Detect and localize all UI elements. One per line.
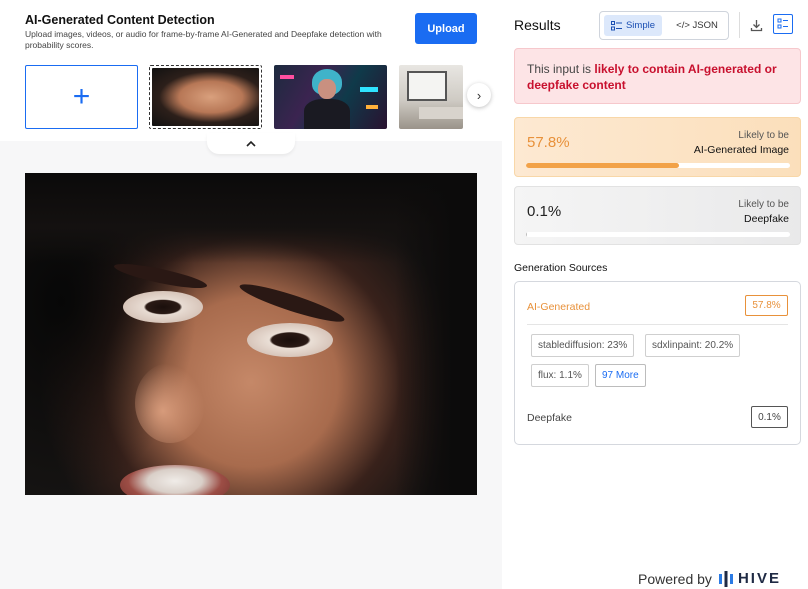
view-toggle: Simple </> JSON — [599, 11, 729, 40]
next-thumbnails-button[interactable]: › — [467, 83, 491, 107]
view-simple-button[interactable]: Simple — [604, 15, 662, 36]
results-title: Results — [514, 17, 561, 33]
plus-icon: + — [72, 80, 91, 113]
deepfake-percent: 0.1% — [527, 203, 562, 220]
deepfake-source-label: Deepfake — [527, 412, 572, 424]
preview-image — [25, 173, 477, 495]
list-view-icon — [610, 20, 622, 30]
ai-generated-card: 57.8% Likely to be AI-Generated Image — [514, 117, 801, 177]
generation-sources-box: AI-Generated 57.8% stablediffusion: 23% … — [514, 281, 801, 445]
deepfake-card: 0.1% Likely to be Deepfake — [514, 186, 801, 245]
thumbnail[interactable] — [399, 65, 463, 129]
hive-logo-icon — [718, 570, 733, 587]
page-subtitle: Upload images, videos, or audio for fram… — [25, 29, 382, 50]
deepfake-progress — [526, 232, 790, 237]
ai-generated-source-value: 57.8% — [745, 295, 788, 316]
source-tag: sdxlinpaint: 20.2% — [645, 334, 741, 357]
more-sources-button[interactable]: 97 More — [595, 364, 646, 387]
results-panel: Results Simple </> JSON This input is li… — [503, 0, 808, 589]
source-tag: stablediffusion: 23% — [531, 334, 635, 357]
add-media-button[interactable]: + — [25, 65, 138, 129]
thumbnail[interactable] — [274, 65, 387, 129]
result-alert: This input is likely to contain AI-gener… — [514, 48, 801, 104]
left-panel: AI-Generated Content Detection Upload im… — [0, 0, 502, 589]
collapse-thumbnails-button[interactable] — [207, 133, 295, 154]
chevron-up-icon — [246, 140, 256, 147]
deepfake-source-value: 0.1% — [751, 406, 788, 428]
ai-generated-progress — [526, 163, 790, 168]
generation-sources-title: Generation Sources — [514, 262, 608, 274]
thumbnail-selected[interactable] — [149, 65, 262, 129]
divider — [527, 324, 788, 325]
chevron-right-icon: › — [476, 87, 482, 103]
deepfake-caption: Likely to be Deepfake — [738, 199, 789, 225]
page-title: AI-Generated Content Detection — [25, 13, 215, 27]
thumbnail-image — [152, 68, 259, 126]
details-view-button[interactable] — [773, 14, 793, 34]
source-tag: flux: 1.1% — [531, 364, 589, 387]
hive-logo: HIVE — [718, 570, 781, 587]
download-button[interactable] — [747, 15, 765, 35]
ai-generated-percent: 57.8% — [527, 134, 570, 151]
toolbar-divider — [739, 12, 740, 38]
powered-by: Powered by HIVE — [638, 570, 781, 587]
ai-generated-caption: Likely to be AI-Generated Image — [693, 130, 789, 156]
upload-button[interactable]: Upload — [415, 13, 477, 44]
details-icon — [777, 18, 788, 29]
ai-generated-source-label: AI-Generated — [527, 301, 591, 313]
view-json-button[interactable]: </> JSON — [668, 15, 726, 36]
download-icon — [750, 19, 762, 31]
